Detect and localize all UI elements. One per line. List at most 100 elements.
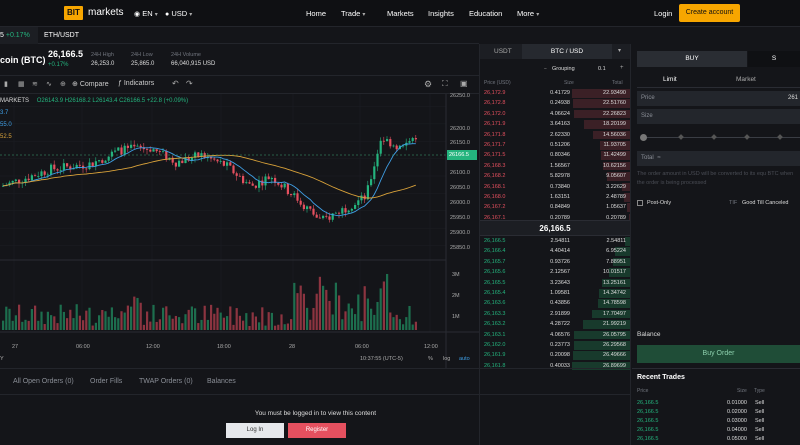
bar-chart-icon[interactable]: ▦ [18,80,25,88]
bid-row[interactable]: 26,163.3 2.91899 17.70497 [480,309,630,319]
compare-button[interactable]: ⊕ Compare [72,80,109,88]
chart-canvas[interactable] [0,94,479,368]
bid-row[interactable]: 26,165.4 1.09581 14.34742 [480,289,630,298]
candle-body [104,160,107,163]
x-tick: 18:00 [217,344,231,350]
fullscreen-icon[interactable]: ⛶ [442,79,448,89]
chevron-down-icon[interactable]: ▾ [618,44,621,59]
camera-icon[interactable]: ▣ [460,79,468,88]
volume-bar [274,325,277,330]
order-price: 26,165.6 [484,269,506,276]
register-button[interactable]: Register [288,423,346,438]
nav-more[interactable]: More ▾ [517,0,539,29]
slider-step[interactable] [744,134,750,140]
tab-twap-orders[interactable]: TWAP Orders (0) [139,369,193,394]
plus-icon[interactable]: + [620,65,624,71]
login-link[interactable]: Login [654,0,672,27]
tab-btc-usd[interactable]: BTC / USD [522,44,612,59]
market-tab[interactable]: Market [736,76,756,83]
percent-scale-toggle[interactable]: % [428,356,433,362]
tab-btc[interactable]: 5 +0.17% [0,27,38,44]
size-slider-handle[interactable] [640,134,647,141]
line-chart-icon[interactable]: ≋ [32,80,38,88]
bid-row[interactable]: 26,166.5 2.54811 2.54811 [480,237,630,246]
tab-order-fills[interactable]: Order Fills [90,369,122,394]
candle-type-icon[interactable]: ▮ [4,80,8,88]
add-series-icon[interactable]: ⊕ [60,80,66,88]
ask-row[interactable]: 26,172.8 0.24938 22.51760 [480,99,630,108]
bid-row[interactable]: 26,163.1 4.06576 26.05795 [480,330,630,340]
slider-step[interactable] [678,134,684,140]
undo-icon[interactable]: ↶ [172,79,179,88]
recent-trades-title: Recent Trades [637,374,685,381]
price-input[interactable]: Price 261 [637,91,800,106]
volume-bar [341,319,344,330]
total-input[interactable]: Total ≈ [637,151,800,166]
buy-tab[interactable]: BUY [637,51,747,67]
bid-row[interactable]: 26,165.7 0.93726 7.88951 [480,257,630,267]
log-scale-toggle[interactable]: log [443,356,450,362]
language-selector[interactable]: ◉ EN ▾ [134,0,158,29]
logo-text[interactable]: markets [88,6,124,20]
ask-row[interactable]: 26,168.1 0.73840 3.22629 [480,182,630,192]
settings-gear-icon[interactable]: ⚙ [424,79,432,90]
ask-row[interactable]: 26,168.3 1.56567 10.62156 [480,161,630,171]
tab-usdt[interactable]: USDT [494,44,512,59]
buy-order-button[interactable]: Buy Order [637,345,800,363]
size-slider-track[interactable] [642,137,800,138]
post-only-checkbox[interactable] [637,200,643,206]
bid-row[interactable]: 26,163.2 4.28722 21.99219 [480,320,630,329]
order-total: 22.51760 [603,100,626,107]
ask-row[interactable]: 26,168.2 5.82978 9.05607 [480,172,630,181]
bid-row[interactable]: 26,163.6 0.43856 14.78598 [480,299,630,308]
bid-row[interactable]: 26,162.0 0.23773 26.29568 [480,341,630,350]
volume-bar [59,304,62,330]
logo-mark[interactable]: BIT [64,6,83,20]
sell-tab[interactable]: S [748,51,800,67]
volume-bar [133,296,136,330]
ask-row[interactable]: 26,167.2 0.84849 1.05637 [480,203,630,212]
indicators-button[interactable]: ƒ Indicators [118,80,154,87]
create-account-button[interactable]: Create account [679,4,740,22]
auto-scale-toggle[interactable]: auto [459,356,470,362]
bid-row[interactable]: 26,165.5 3.23643 13.25161 [480,278,630,288]
area-chart-icon[interactable]: ∿ [46,80,52,88]
ask-row[interactable]: 26,171.7 0.51206 11.93705 [480,141,630,150]
minus-icon[interactable]: − [544,66,547,72]
currency-selector[interactable]: ● USD ▾ [165,0,192,29]
bid-row[interactable]: 26,165.6 2.12567 10.01517 [480,268,630,277]
log-in-button[interactable]: Log In [226,423,284,438]
ask-row[interactable]: 26,172.9 0.41729 22.93490 [480,89,630,98]
nav-markets[interactable]: Markets [387,0,414,27]
nav-home[interactable]: Home [306,0,326,27]
ask-row[interactable]: 26,171.9 3.64163 18.20199 [480,120,630,129]
candle-body [43,171,46,175]
slider-step[interactable] [777,134,783,140]
bid-row[interactable]: 26,166.4 4.40414 6.95224 [480,247,630,256]
ask-row[interactable]: 26,172.0 4.06624 22.26823 [480,109,630,119]
redo-icon[interactable]: ↷ [186,79,193,88]
nav-insights[interactable]: Insights [428,0,454,27]
ask-row[interactable]: 26,171.5 0.80346 11.42499 [480,151,630,160]
candle-body [347,210,350,213]
candle-body [344,208,347,213]
bid-row[interactable]: 26,161.9 0.20098 26.49666 [480,351,630,360]
tif-selector[interactable]: Good Till Canceled [742,200,788,206]
nav-education[interactable]: Education [469,0,502,27]
range-label[interactable]: Y [0,356,4,362]
nav-trade[interactable]: Trade ▾ [341,0,365,29]
volume-bar [331,314,334,330]
size-input[interactable]: Size [637,109,800,124]
limit-tab[interactable]: Limit [663,76,677,83]
ask-row[interactable]: 26,171.8 2.62330 14.56036 [480,130,630,140]
slider-step[interactable] [711,134,717,140]
volume-bar [53,316,56,330]
price-chart[interactable]: MARKETS O26143.9 H26168.2 L26143.4 C2616… [0,93,479,368]
ask-row[interactable]: 26,168.0 1.63151 2.48789 [480,193,630,202]
volume-bar [373,314,376,330]
tab-open-orders[interactable]: All Open Orders (0) [13,369,74,394]
tab-eth-usdt[interactable]: ETH/USDT [44,27,79,44]
volume-bar [379,288,382,330]
tab-balances[interactable]: Balances [207,369,236,394]
volume-bar [226,316,229,330]
